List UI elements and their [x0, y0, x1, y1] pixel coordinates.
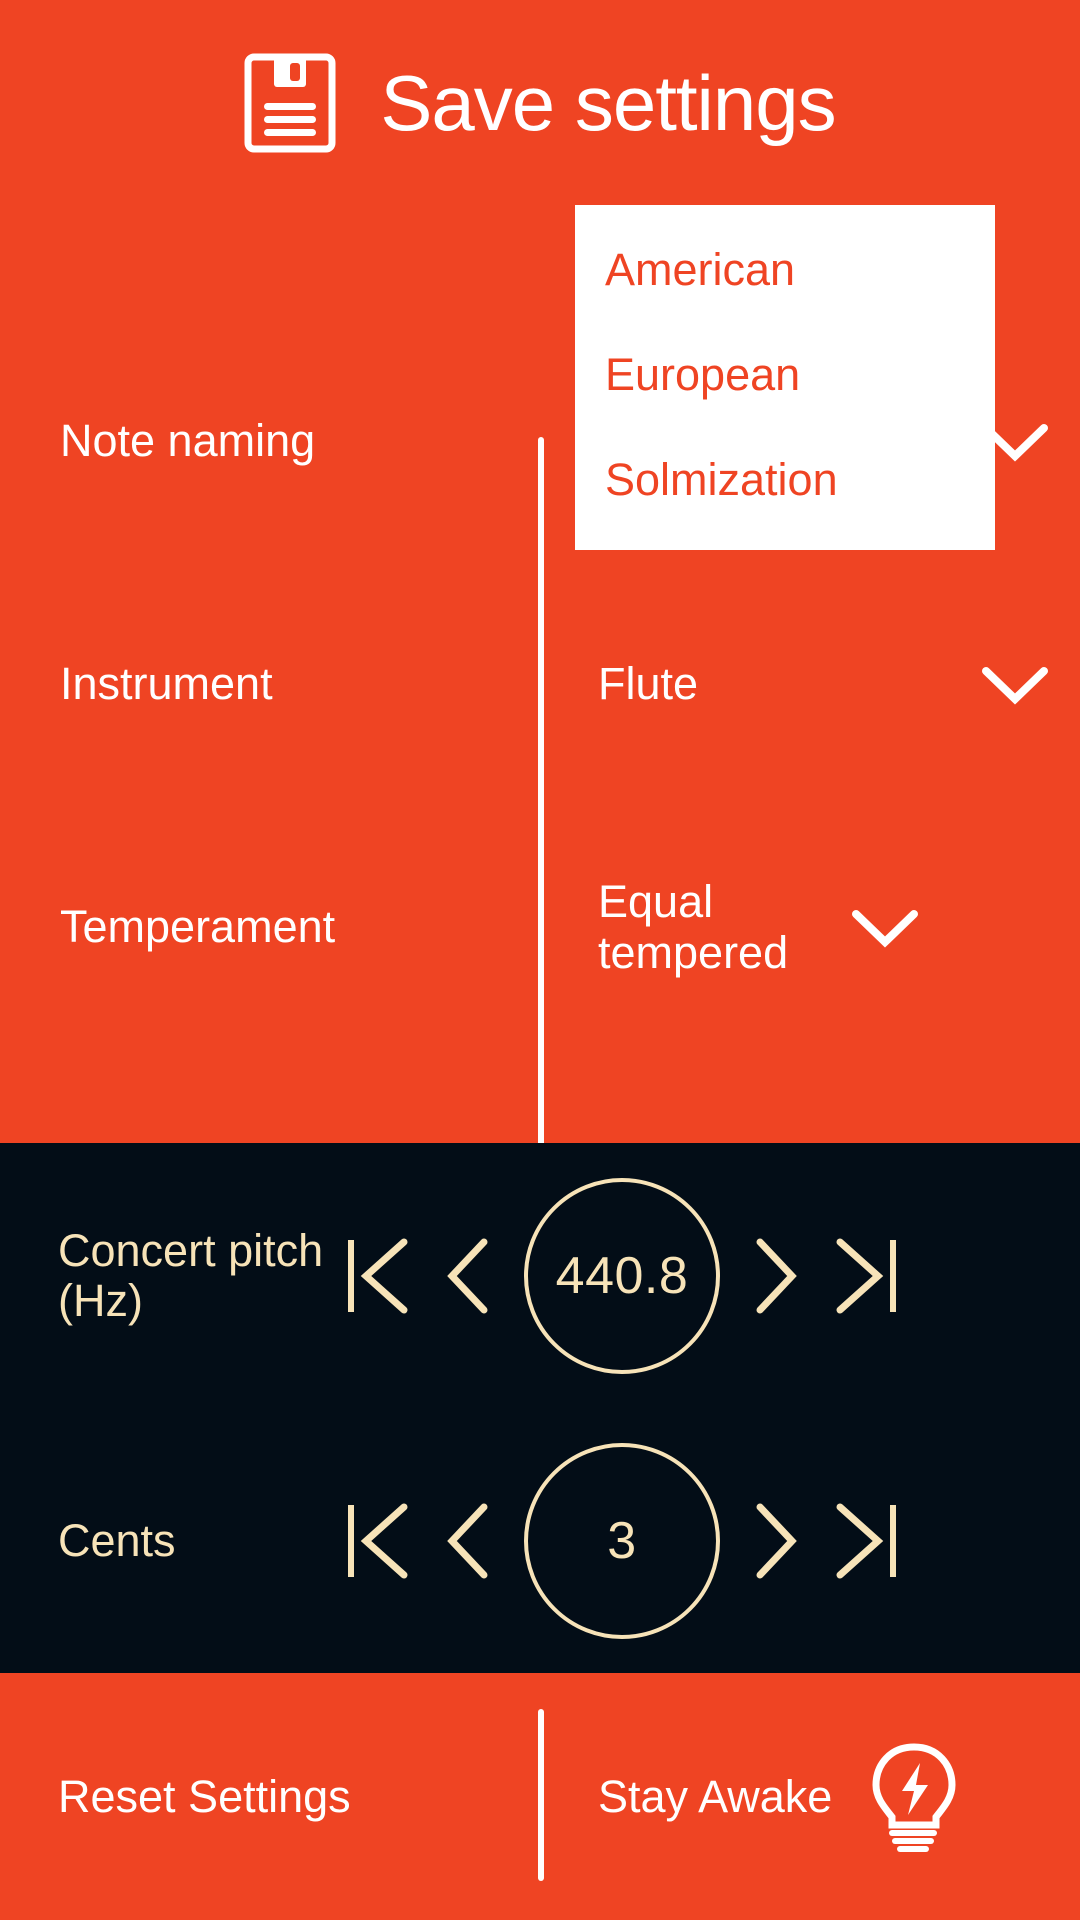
- cents-value[interactable]: 3: [524, 1442, 720, 1639]
- dropdown-option-american[interactable]: American: [575, 217, 995, 322]
- setting-value-instrument: Flute: [598, 658, 699, 710]
- setting-label-temperament: Temperament: [60, 901, 336, 953]
- chevron-right-icon[interactable]: [730, 1221, 822, 1331]
- setting-value-temperament: Equal tempered: [598, 876, 789, 978]
- reset-settings-button[interactable]: Reset Settings: [0, 1771, 538, 1823]
- stay-awake-label: Stay Awake: [598, 1770, 833, 1822]
- concert-pitch-value[interactable]: 440.8: [524, 1177, 720, 1374]
- skip-to-end-icon[interactable]: [822, 1486, 914, 1596]
- chevron-right-icon[interactable]: [730, 1486, 822, 1596]
- dropdown-option-solmization[interactable]: Solmization: [575, 427, 995, 532]
- footer-divider: [538, 1709, 544, 1881]
- lightbulb-icon[interactable]: [862, 1739, 966, 1855]
- concert-pitch-stepper: 440.8: [330, 1177, 1080, 1374]
- setting-row-instrument[interactable]: Instrument Flute: [0, 563, 1080, 806]
- page-title: Save settings: [380, 58, 836, 147]
- save-settings-screen: Save settings Note naming Instrument Flu…: [0, 0, 1080, 1920]
- chevron-left-icon[interactable]: [422, 1221, 514, 1331]
- footer: Reset Settings Stay Awake: [0, 1673, 1080, 1920]
- skip-to-end-icon[interactable]: [822, 1221, 914, 1331]
- numeric-label-cents: Cents: [58, 1514, 176, 1566]
- numeric-row-cents: Cents 3: [0, 1408, 1080, 1673]
- chevron-down-icon[interactable]: [838, 908, 950, 948]
- header: Save settings: [0, 0, 1080, 205]
- chevron-down-icon[interactable]: [968, 665, 1080, 705]
- numeric-section: Concert pitch (Hz) 440.8 Cents 3: [0, 1143, 1080, 1673]
- floppy-disk-icon: [244, 53, 336, 153]
- cents-stepper: 3: [330, 1442, 1080, 1639]
- dropdown-option-european[interactable]: European: [575, 322, 995, 427]
- skip-to-start-icon[interactable]: [330, 1486, 422, 1596]
- setting-label-instrument: Instrument: [60, 658, 273, 710]
- note-naming-dropdown-menu[interactable]: American European Solmization: [575, 205, 995, 550]
- numeric-label-concert-pitch: Concert pitch (Hz): [58, 1225, 324, 1326]
- chevron-left-icon[interactable]: [422, 1486, 514, 1596]
- skip-to-start-icon[interactable]: [330, 1221, 422, 1331]
- numeric-row-concert-pitch: Concert pitch (Hz) 440.8: [0, 1143, 1080, 1408]
- stay-awake-toggle[interactable]: Stay Awake: [538, 1739, 1080, 1855]
- setting-row-temperament[interactable]: Temperament Equal tempered: [0, 806, 1080, 1049]
- setting-label-note-naming: Note naming: [60, 415, 316, 467]
